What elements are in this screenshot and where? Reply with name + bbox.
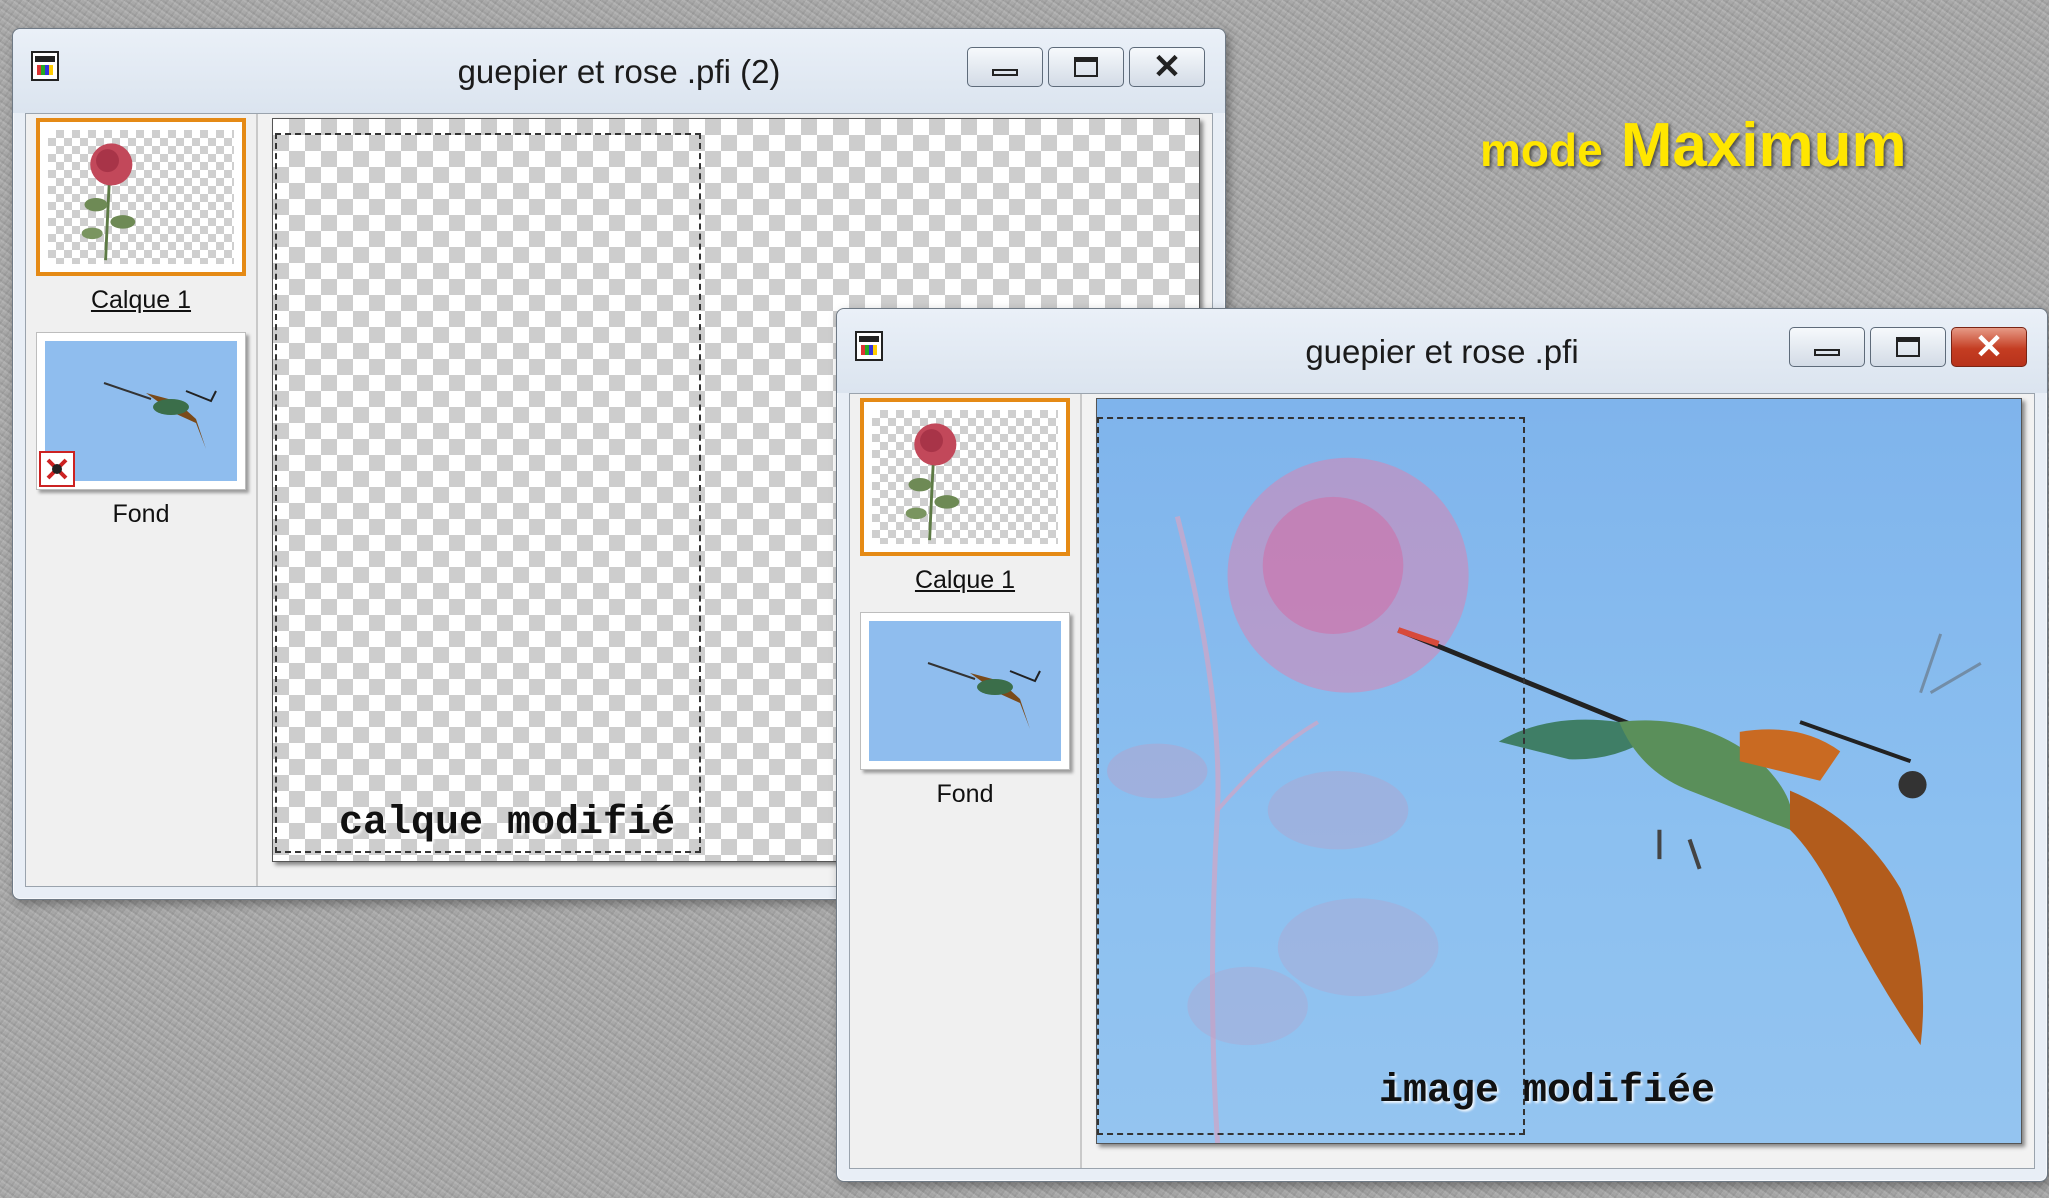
selection-marquee <box>275 133 701 853</box>
title-bar[interactable]: guepier et rose .pfi ✕ <box>837 309 2047 393</box>
maximize-icon <box>1074 57 1098 77</box>
layer-thumbnail-fond[interactable] <box>860 612 1070 770</box>
rose-thumbnail <box>905 423 960 541</box>
mode-annotation: mode Maximum <box>1480 110 1907 181</box>
close-button[interactable]: ✕ <box>1951 327 2027 367</box>
layer-thumbnail-fond[interactable] <box>36 332 246 490</box>
layer-thumbnail-calque-1[interactable] <box>860 398 1070 556</box>
layer-label-calque-1[interactable]: Calque 1 <box>860 566 1070 595</box>
maximize-button[interactable] <box>1048 47 1124 87</box>
title-bar[interactable]: guepier et rose .pfi (2) ✕ <box>13 29 1225 113</box>
hidden-layer-icon[interactable] <box>39 451 75 487</box>
layers-panel: Calque 1 Fond <box>26 114 258 886</box>
mode-name: Maximum <box>1620 111 1907 180</box>
canvas-area: image modifiée <box>1090 394 2034 1168</box>
layers-panel: Calque 1 Fond <box>850 394 1082 1168</box>
maximize-button[interactable] <box>1870 327 1946 367</box>
minimize-icon <box>1814 348 1840 356</box>
maximize-icon <box>1896 337 1920 357</box>
mode-word: mode <box>1480 124 1603 176</box>
canvas-composite[interactable]: image modifiée <box>1096 398 2022 1144</box>
minimize-button[interactable] <box>1789 327 1865 367</box>
window-client: Calque 1 Fond image modifiée <box>849 393 2035 1169</box>
minimize-button[interactable] <box>967 47 1043 87</box>
close-icon: ✕ <box>1974 328 2004 366</box>
layer-label-fond[interactable]: Fond <box>860 780 1070 809</box>
bee-eater-thumbnail <box>927 662 1041 729</box>
canvas-caption: calque modifié <box>339 801 676 846</box>
close-icon: ✕ <box>1152 48 1182 86</box>
selection-marquee <box>1097 417 1525 1135</box>
rose-thumbnail <box>81 143 136 261</box>
layer-thumbnail-calque-1[interactable] <box>36 118 246 276</box>
layer-label-calque-1[interactable]: Calque 1 <box>36 286 246 315</box>
window-front: guepier et rose .pfi ✕ Calque 1 Fond ima… <box>836 308 2048 1182</box>
canvas-caption: image modifiée <box>1379 1069 1716 1114</box>
layer-label-fond[interactable]: Fond <box>36 500 246 529</box>
close-button[interactable]: ✕ <box>1129 47 1205 87</box>
minimize-icon <box>992 68 1018 76</box>
